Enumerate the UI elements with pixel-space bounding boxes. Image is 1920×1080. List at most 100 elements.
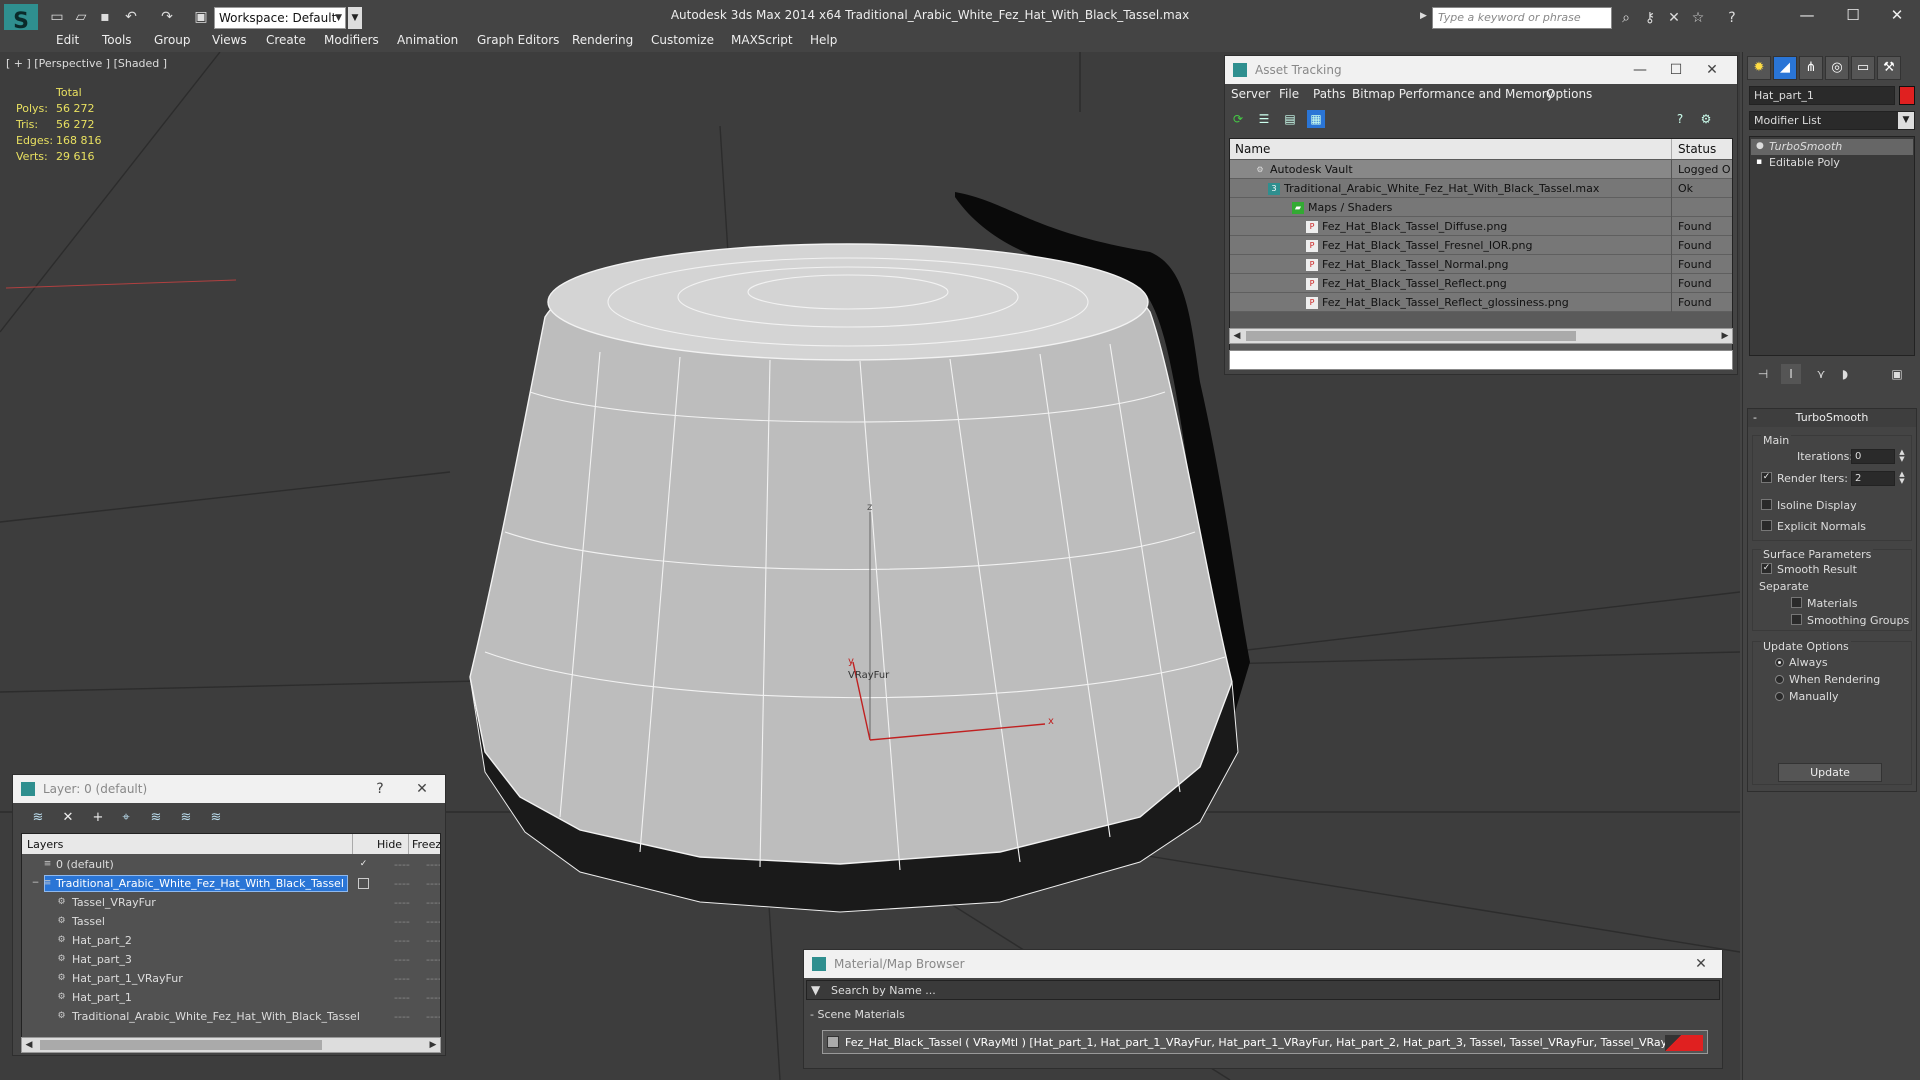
close-button[interactable]: ✕ bbox=[1695, 56, 1729, 84]
asset-menu-paths[interactable]: Paths bbox=[1313, 87, 1346, 101]
layer-manager-titlebar[interactable]: Layer: 0 (default) ? ✕ bbox=[13, 775, 445, 803]
column-layers[interactable]: Layers bbox=[27, 838, 63, 851]
redo-icon[interactable]: ↷ bbox=[158, 8, 176, 26]
current-layer-checkmark-icon[interactable]: ✓ bbox=[358, 859, 369, 870]
favorites-star-icon[interactable]: ☆ bbox=[1688, 8, 1708, 28]
save-icon[interactable]: ▪ bbox=[96, 8, 114, 26]
new-layer-icon[interactable]: ≋ bbox=[29, 809, 47, 827]
minimize-button[interactable]: — bbox=[1623, 56, 1657, 84]
materials-checkbox[interactable] bbox=[1791, 597, 1802, 608]
settings-icon[interactable]: ⚙ bbox=[1697, 110, 1715, 128]
utilities-tab-icon[interactable]: ⚒ bbox=[1877, 56, 1901, 80]
show-end-result-icon[interactable]: I bbox=[1781, 364, 1801, 384]
horizontal-scrollbar[interactable]: ◀ ▶ bbox=[1229, 328, 1733, 344]
layer-row[interactable]: ⚙ Hat_part_1_VRayFur ---- ---- bbox=[22, 969, 440, 988]
modifier-list-dropdown[interactable]: Modifier List ▼ bbox=[1749, 111, 1915, 130]
hide-toggle[interactable]: ---- bbox=[394, 991, 410, 1004]
maximize-button[interactable]: ☐ bbox=[1659, 56, 1693, 84]
horizontal-scrollbar[interactable]: ◀ ▶ bbox=[21, 1037, 441, 1053]
hide-toggle[interactable]: ---- bbox=[394, 972, 410, 985]
collapse-icon[interactable]: − bbox=[30, 878, 41, 889]
column-status[interactable]: Status bbox=[1678, 142, 1716, 156]
material-search[interactable]: ▼ Search by Name ... bbox=[806, 980, 1720, 1000]
hide-toggle[interactable]: ---- bbox=[394, 953, 410, 966]
layer-row[interactable]: − ≡ Traditional_Arabic_White_Fez_Hat_Wit… bbox=[22, 874, 440, 893]
search-expand-icon[interactable]: ▶ bbox=[1420, 11, 1427, 21]
project-folder-icon[interactable]: ▣ bbox=[192, 8, 210, 26]
freeze-toggle[interactable]: ---- bbox=[426, 991, 440, 1004]
asset-menu-bitmap[interactable]: Bitmap Performance and Memory bbox=[1352, 87, 1554, 101]
configure-sets-icon[interactable]: ▣ bbox=[1887, 364, 1907, 384]
freeze-toggle[interactable]: ---- bbox=[426, 934, 440, 947]
table-row[interactable]: P Fez_Hat_Black_Tassel_Normal.png Found bbox=[1230, 255, 1732, 274]
maximize-button[interactable]: ☐ bbox=[1830, 0, 1876, 30]
hide-toggle[interactable]: ---- bbox=[394, 858, 410, 871]
menu-animation[interactable]: Animation bbox=[397, 33, 458, 47]
key-icon[interactable]: ⚷ bbox=[1640, 8, 1660, 28]
freeze-toggle[interactable]: ---- bbox=[426, 877, 440, 890]
communication-icon[interactable]: ✕ bbox=[1664, 8, 1684, 28]
menu-group[interactable]: Group bbox=[154, 33, 191, 47]
help-icon[interactable]: ? bbox=[1722, 8, 1742, 28]
viewport-label[interactable]: [ + ] [Perspective ] [Shaded ] bbox=[6, 57, 167, 70]
list-view-icon[interactable]: ☰ bbox=[1255, 110, 1273, 128]
close-button[interactable]: ✕ bbox=[1684, 950, 1718, 978]
open-file-icon[interactable]: ▱ bbox=[72, 8, 90, 26]
minimize-button[interactable]: — bbox=[1784, 0, 1830, 30]
hide-toggle[interactable]: ---- bbox=[394, 934, 410, 947]
help-button[interactable]: ? bbox=[363, 775, 397, 803]
always-radio[interactable] bbox=[1775, 658, 1784, 667]
smooth-result-checkbox[interactable]: ✓ bbox=[1761, 563, 1772, 574]
asset-menu-server[interactable]: Server bbox=[1231, 87, 1270, 101]
freeze-all-icon[interactable]: ≋ bbox=[207, 809, 225, 827]
menu-create[interactable]: Create bbox=[266, 33, 306, 47]
lightbulb-icon[interactable]: ● bbox=[1756, 142, 1765, 151]
iterations-spinner[interactable]: 0 bbox=[1851, 449, 1895, 464]
table-row[interactable]: P Fez_Hat_Black_Tassel_Fresnel_IOR.png F… bbox=[1230, 236, 1732, 255]
freeze-toggle[interactable]: ---- bbox=[426, 896, 440, 909]
pin-stack-icon[interactable]: ⊣ bbox=[1753, 364, 1773, 384]
menu-views[interactable]: Views bbox=[212, 33, 247, 47]
when-rendering-radio[interactable] bbox=[1775, 675, 1784, 684]
binoculars-icon[interactable]: ⌕ bbox=[1616, 8, 1636, 28]
asset-path-field[interactable] bbox=[1229, 350, 1733, 370]
close-button[interactable]: ✕ bbox=[405, 775, 439, 803]
search-options-icon[interactable]: ▼ bbox=[811, 983, 820, 997]
spinner-arrows-icon[interactable]: ▲ ▼ bbox=[1897, 449, 1907, 464]
material-browser-titlebar[interactable]: Material/Map Browser ✕ bbox=[804, 950, 1722, 978]
refresh-icon[interactable]: ⟳ bbox=[1229, 110, 1247, 128]
smoothing-groups-checkbox[interactable] bbox=[1791, 614, 1802, 625]
delete-layer-icon[interactable]: ✕ bbox=[59, 809, 77, 827]
object-name-input[interactable]: Hat_part_1 bbox=[1749, 86, 1895, 105]
scroll-right-icon[interactable]: ▶ bbox=[426, 1038, 440, 1052]
search-input[interactable]: Type a keyword or phrase bbox=[1432, 7, 1612, 29]
display-tab-icon[interactable]: ▭ bbox=[1851, 56, 1875, 80]
motion-tab-icon[interactable]: ◎ bbox=[1825, 56, 1849, 80]
scroll-left-icon[interactable]: ◀ bbox=[1230, 329, 1244, 343]
table-row[interactable]: ⚙ Autodesk Vault Logged O bbox=[1230, 160, 1732, 179]
remove-modifier-icon[interactable]: ◗ bbox=[1835, 364, 1855, 384]
freeze-toggle[interactable]: ---- bbox=[426, 915, 440, 928]
asset-tracking-titlebar[interactable]: Asset Tracking — ☐ ✕ bbox=[1225, 56, 1737, 84]
select-objects-icon[interactable]: ⌖ bbox=[117, 809, 135, 827]
scroll-thumb[interactable] bbox=[1246, 331, 1576, 341]
table-row[interactable]: 3 Traditional_Arabic_White_Fez_Hat_With_… bbox=[1230, 179, 1732, 198]
menu-tools[interactable]: Tools bbox=[102, 33, 132, 47]
spinner-arrows-icon[interactable]: ▲ ▼ bbox=[1897, 471, 1907, 486]
layer-row[interactable]: ⚙ Hat_part_3 ---- ---- bbox=[22, 950, 440, 969]
menu-rendering[interactable]: Rendering bbox=[572, 33, 633, 47]
layer-row[interactable]: ⚙ Hat_part_1 ---- ---- bbox=[22, 988, 440, 1007]
freeze-toggle[interactable]: ---- bbox=[426, 972, 440, 985]
help-icon[interactable]: ? bbox=[1671, 110, 1689, 128]
column-name[interactable]: Name bbox=[1235, 142, 1270, 156]
layer-row[interactable]: ⚙ Tassel ---- ---- bbox=[22, 912, 440, 931]
render-iters-checkbox[interactable]: ✓ bbox=[1761, 472, 1772, 483]
asset-menu-options[interactable]: Options bbox=[1546, 87, 1592, 101]
layer-row[interactable]: ⚙ Tassel_VRayFur ---- ---- bbox=[22, 893, 440, 912]
scroll-thumb[interactable] bbox=[40, 1040, 322, 1050]
table-row[interactable]: P Fez_Hat_Black_Tassel_Reflect_glossines… bbox=[1230, 293, 1732, 312]
hierarchy-tab-icon[interactable]: ⋔ bbox=[1799, 56, 1823, 80]
table-view-icon[interactable]: ▦ bbox=[1307, 110, 1325, 128]
scroll-left-icon[interactable]: ◀ bbox=[22, 1038, 36, 1052]
hide-toggle[interactable]: ---- bbox=[394, 877, 410, 890]
